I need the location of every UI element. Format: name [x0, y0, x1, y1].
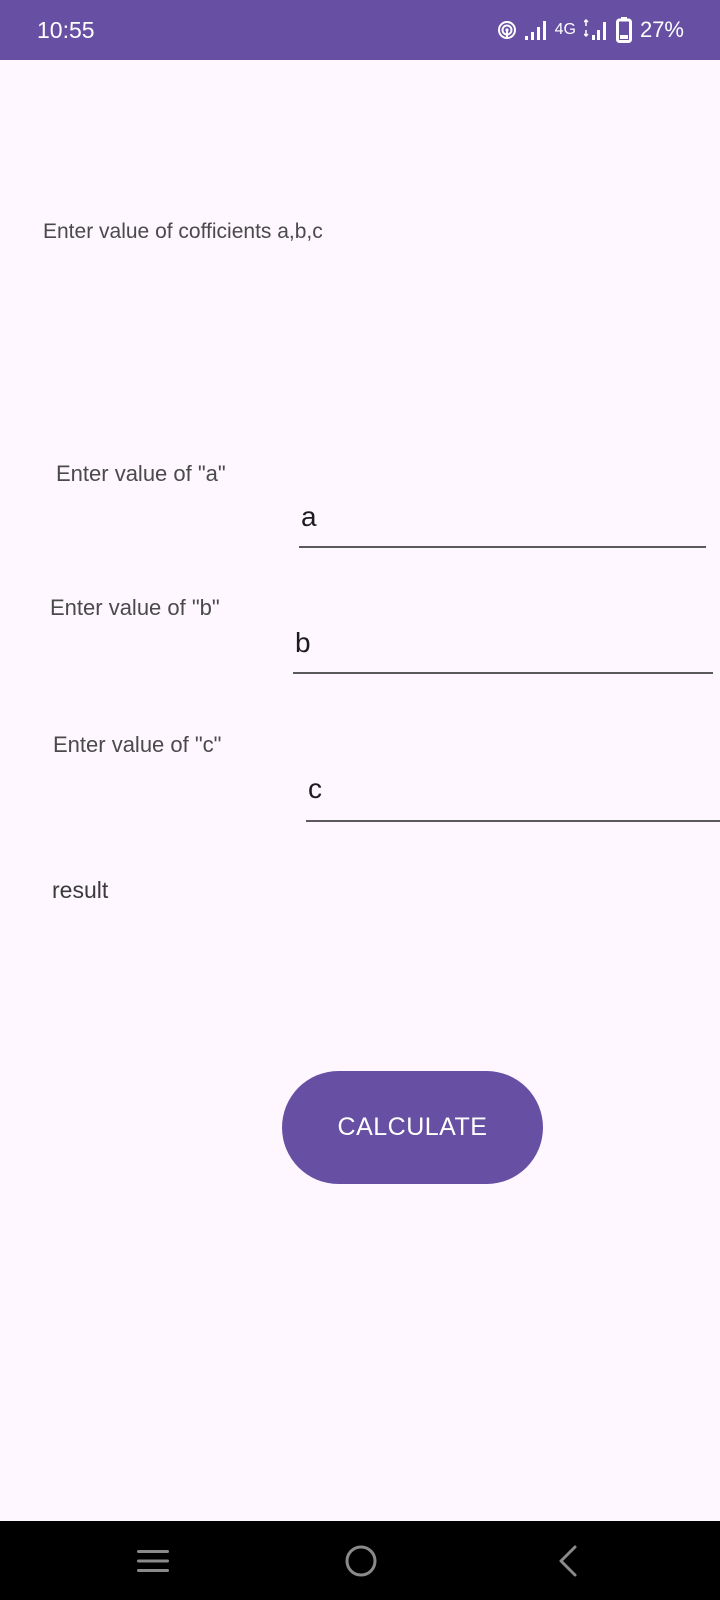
label-a: Enter value of "a" — [56, 461, 226, 486]
home-button[interactable] — [321, 1521, 401, 1600]
signal-icon — [583, 19, 608, 41]
label-c: Enter value of "c" — [53, 732, 222, 757]
hotspot-icon — [497, 20, 517, 40]
input-a[interactable] — [299, 488, 706, 548]
navigation-bar — [0, 1521, 720, 1600]
calculate-button[interactable]: CALCULATE — [282, 1071, 543, 1184]
network-4g-icon: 4G — [554, 21, 576, 38]
signal-icon — [524, 20, 547, 40]
status-time: 10:55 — [37, 17, 95, 43]
status-bar: 10:55 4G 27% — [0, 0, 720, 60]
back-icon — [556, 1544, 580, 1578]
input-c[interactable] — [306, 758, 720, 822]
back-button[interactable] — [528, 1521, 608, 1600]
status-icons: 4G 27% — [497, 14, 684, 46]
recent-apps-button[interactable] — [113, 1521, 193, 1600]
instruction-heading: Enter value of cofficients a,b,c — [43, 220, 323, 243]
home-icon — [344, 1544, 378, 1578]
label-b: Enter value of "b" — [50, 595, 220, 620]
recent-apps-icon — [136, 1547, 170, 1575]
input-b[interactable] — [293, 614, 713, 674]
battery-percent: 27% — [639, 17, 684, 42]
result-text: result — [52, 877, 109, 903]
battery-icon — [615, 17, 632, 43]
